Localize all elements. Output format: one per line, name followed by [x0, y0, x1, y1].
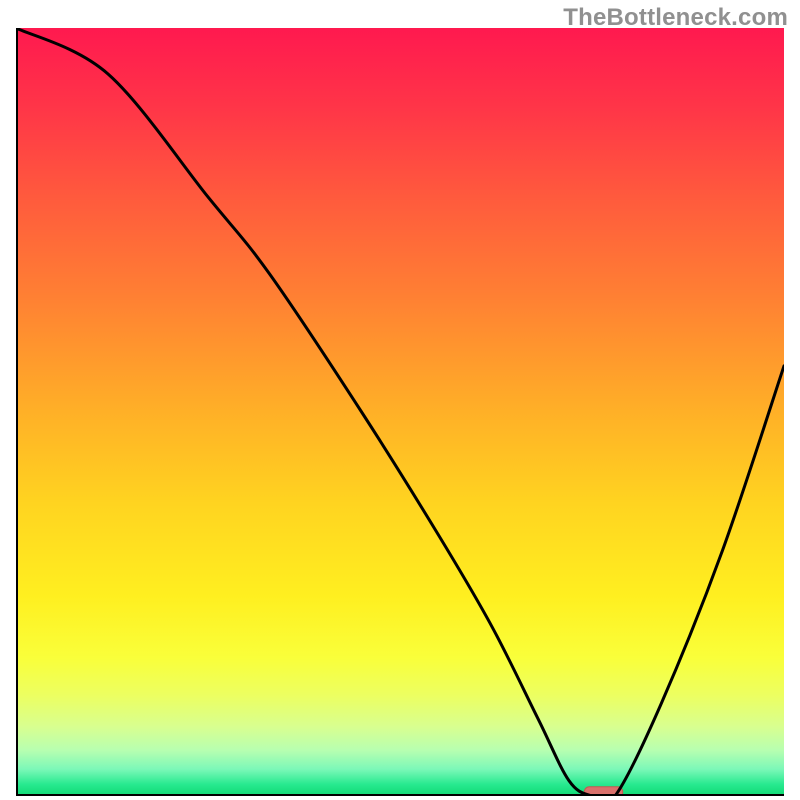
- bottleneck-chart: [16, 28, 784, 796]
- watermark-text: TheBottleneck.com: [563, 4, 788, 32]
- plot-background: [16, 28, 784, 796]
